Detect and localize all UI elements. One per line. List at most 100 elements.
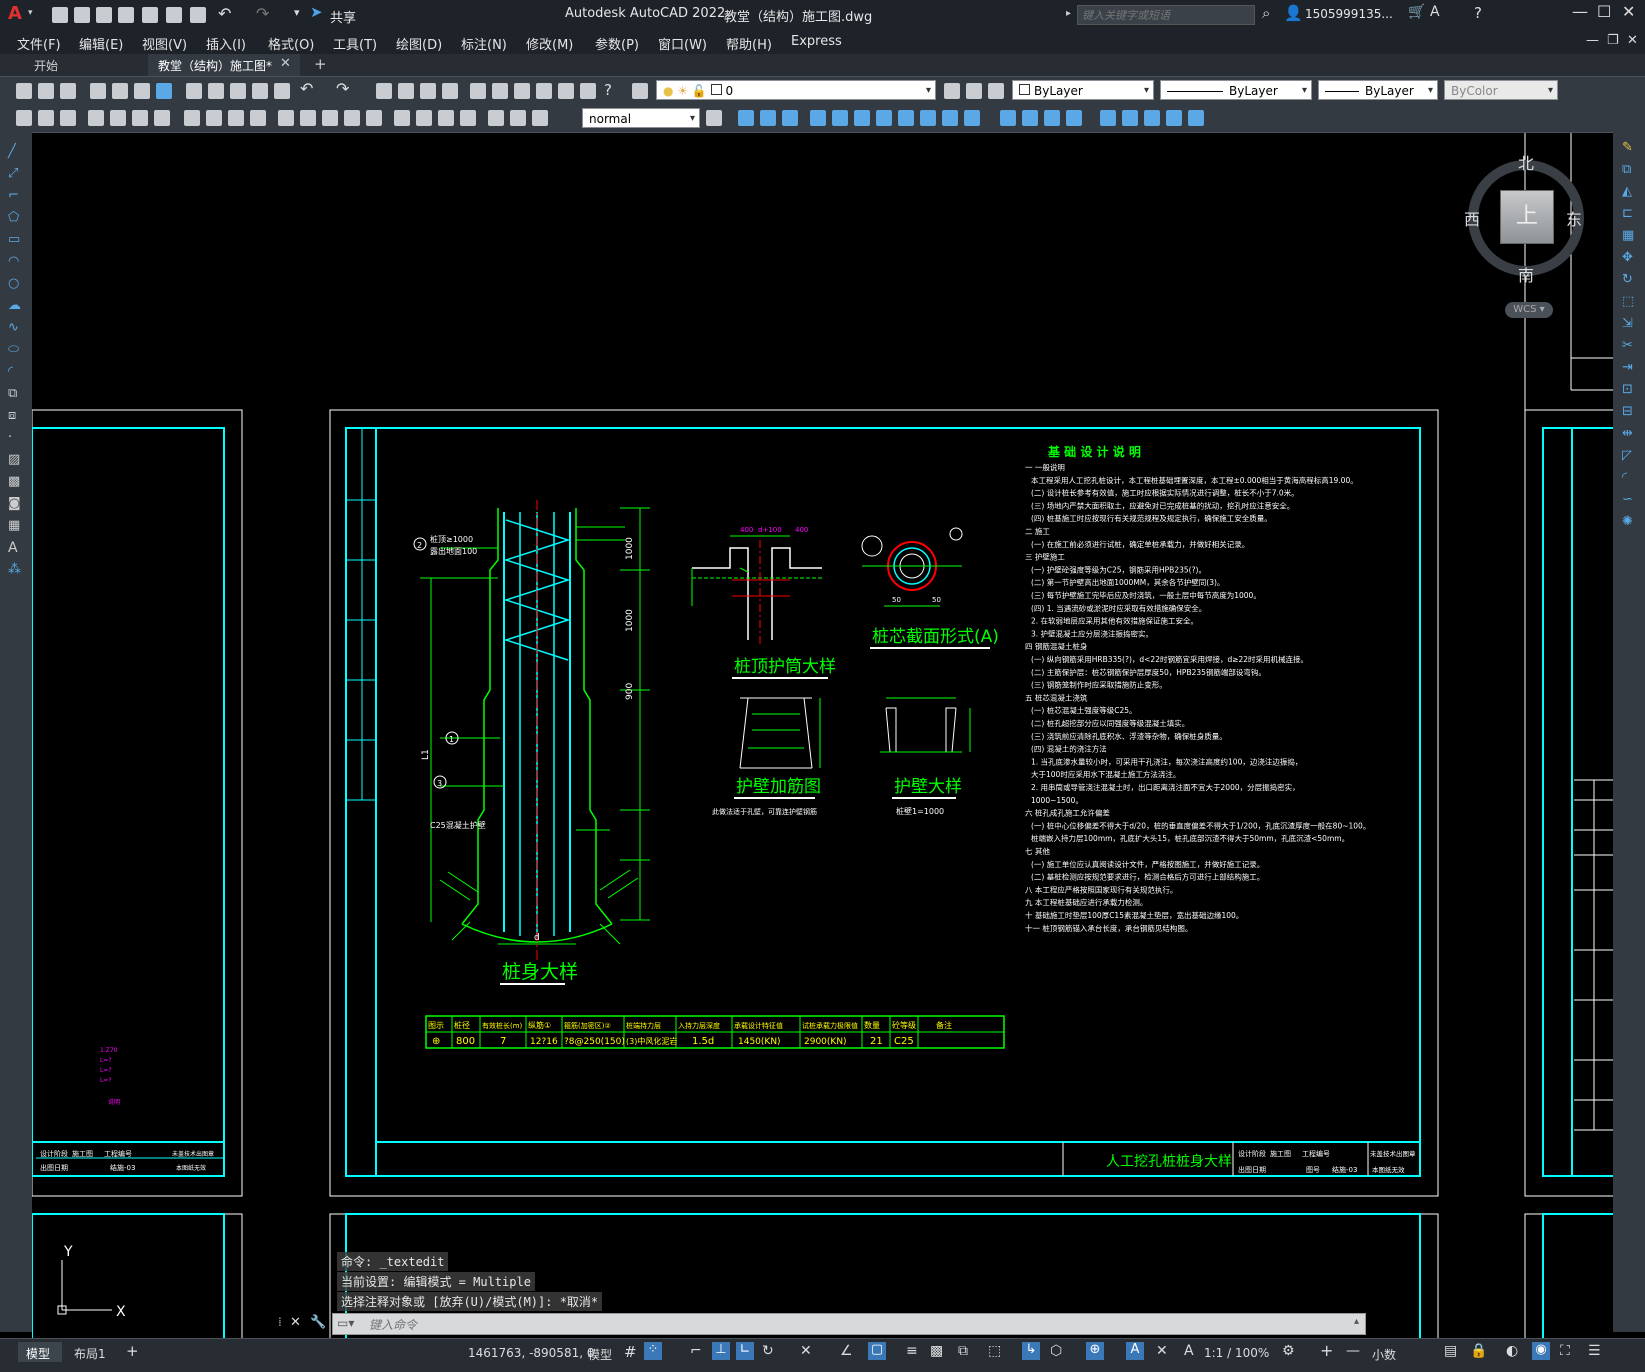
- isodraft-icon[interactable]: ✕: [800, 1343, 812, 1359]
- dim-space-icon[interactable]: [344, 110, 360, 126]
- command-input-box[interactable]: ▭▾ ▴: [332, 1313, 1366, 1335]
- layer-properties-icon[interactable]: [632, 83, 648, 99]
- annotation-monitor-icon[interactable]: +: [1320, 1341, 1333, 1360]
- explode-icon[interactable]: ✺: [1622, 514, 1633, 529]
- insert-block-icon[interactable]: ⧉: [8, 386, 17, 401]
- user-name[interactable]: 1505999135...: [1305, 7, 1393, 21]
- layer-previous-icon[interactable]: [966, 83, 982, 99]
- line-icon[interactable]: ╱: [8, 144, 16, 159]
- extend-icon[interactable]: ⇥: [1622, 360, 1633, 375]
- customize-dropdown-icon[interactable]: ▾: [294, 6, 300, 19]
- menu-modify[interactable]: 修改(M): [526, 34, 573, 53]
- annotation-scale-value[interactable]: 1:1 / 100%: [1204, 1346, 1269, 1360]
- tb-pan-icon[interactable]: [376, 83, 392, 99]
- scale-icon[interactable]: ⬚: [1622, 294, 1634, 309]
- search-input[interactable]: [1077, 5, 1255, 25]
- polygon-icon[interactable]: ⬠: [8, 210, 19, 225]
- command-close-icon[interactable]: ✕: [290, 1315, 301, 1330]
- modify-mirror-icon[interactable]: [782, 110, 798, 126]
- plotstyle-dropdown[interactable]: ByColor: [1444, 80, 1558, 101]
- construction-line-icon[interactable]: ⤢: [8, 166, 18, 181]
- dim-arc-icon[interactable]: [132, 110, 148, 126]
- model-space-button[interactable]: 模型: [588, 1346, 612, 1363]
- trim-icon[interactable]: ✂: [1622, 338, 1633, 353]
- menu-express[interactable]: Express: [791, 34, 842, 49]
- tb-plot-icon[interactable]: [90, 83, 106, 99]
- viewcube-west[interactable]: 西: [1464, 206, 1480, 230]
- center-mark-icon[interactable]: [416, 110, 432, 126]
- tab-layout1[interactable]: 布局1: [74, 1345, 106, 1362]
- search-expand-icon[interactable]: ▸: [1066, 8, 1071, 19]
- tb-markup-icon[interactable]: [558, 83, 574, 99]
- add-layout-icon[interactable]: +: [126, 1342, 139, 1360]
- selection-cycling-icon[interactable]: ⧉: [958, 1343, 968, 1359]
- tb-undo-icon[interactable]: ↶: [300, 79, 313, 98]
- rectangle-icon[interactable]: ▭: [8, 232, 20, 247]
- dim-style-dropdown[interactable]: normal: [582, 108, 700, 129]
- dynamic-ucs-icon[interactable]: ↳: [1022, 1342, 1040, 1360]
- tb-spell-icon[interactable]: [60, 110, 76, 126]
- command-customize-icon[interactable]: 🔧: [310, 1315, 326, 1330]
- tb-help-icon[interactable]: ?: [604, 81, 612, 99]
- layer-dropdown[interactable]: ● ☀ 🔓 0: [656, 80, 936, 101]
- modify-spline-icon[interactable]: [1166, 110, 1182, 126]
- make-current-layer-icon[interactable]: [944, 83, 960, 99]
- modify-fillet-icon[interactable]: [1066, 110, 1082, 126]
- ortho-icon[interactable]: ∟: [736, 1342, 754, 1360]
- tab-close-icon[interactable]: ✕: [280, 56, 291, 71]
- selection-filter-icon[interactable]: ⬡: [1050, 1343, 1062, 1359]
- dim-linear-icon[interactable]: [88, 110, 104, 126]
- tolerance-icon[interactable]: [394, 110, 410, 126]
- modify-hatch-edit-icon[interactable]: [1188, 110, 1204, 126]
- tb-publish-icon[interactable]: [134, 83, 150, 99]
- lock-ui-icon[interactable]: 🔒: [1470, 1343, 1487, 1359]
- modify-erase-icon[interactable]: [738, 110, 754, 126]
- share-view-icon[interactable]: [166, 7, 182, 23]
- menu-dimension[interactable]: 标注(N): [461, 34, 507, 53]
- 3d-osnap-icon[interactable]: ⬚: [988, 1343, 1001, 1359]
- mirror-icon[interactable]: ◭: [1622, 184, 1632, 199]
- break-icon[interactable]: ⊟: [1622, 404, 1633, 419]
- tab-active-document[interactable]: 教堂（结构）施工图* ✕: [148, 54, 300, 76]
- coordinates-display[interactable]: 1461763, -890581, 0: [468, 1346, 594, 1360]
- modify-array-icon[interactable]: [832, 110, 848, 126]
- jogged-linear-icon[interactable]: [460, 110, 476, 126]
- dim-edit-icon[interactable]: [488, 110, 504, 126]
- lineweight-dropdown[interactable]: ByLayer: [1318, 80, 1438, 101]
- arc-icon[interactable]: ◠: [8, 254, 19, 269]
- clean-screen-icon[interactable]: ⛶: [1560, 1343, 1570, 1359]
- minimize-icon[interactable]: —: [1572, 2, 1588, 21]
- mtext-icon[interactable]: A: [8, 540, 18, 556]
- spline-icon[interactable]: ∿: [8, 320, 19, 335]
- move-icon[interactable]: ✥: [1622, 250, 1633, 265]
- blend-icon[interactable]: ∽: [1622, 492, 1633, 507]
- dim-text-edit-icon[interactable]: [510, 110, 526, 126]
- viewcube-top-face[interactable]: 上: [1500, 190, 1554, 244]
- copy-icon[interactable]: ⧉: [1622, 162, 1631, 177]
- dim-jogged-icon[interactable]: [206, 110, 222, 126]
- menu-edit[interactable]: 编辑(E): [79, 34, 123, 53]
- tb-block-editor-icon[interactable]: [274, 83, 290, 99]
- dim-quick-icon[interactable]: [278, 110, 294, 126]
- tb-save-icon[interactable]: [60, 83, 76, 99]
- cart-icon[interactable]: 🛒: [1408, 4, 1425, 20]
- help-icon[interactable]: ?: [1474, 4, 1482, 22]
- tb-text-edit-icon[interactable]: [16, 110, 32, 126]
- tb-calculator-icon[interactable]: [580, 83, 596, 99]
- rotate-icon[interactable]: ↻: [1622, 272, 1633, 287]
- object-snap-tracking-icon[interactable]: ∠: [840, 1343, 853, 1359]
- tb-properties-icon[interactable]: [470, 83, 486, 99]
- modify-move-icon[interactable]: [854, 110, 870, 126]
- tb-tool-palettes-icon[interactable]: [514, 83, 530, 99]
- redo-icon[interactable]: ↷: [256, 4, 269, 23]
- new-icon[interactable]: [52, 7, 68, 23]
- command-grip-icon[interactable]: ⁞: [278, 1315, 282, 1329]
- modify-offset-icon[interactable]: [810, 110, 826, 126]
- point-icon[interactable]: ·: [8, 430, 12, 445]
- tab-model[interactable]: 模型: [18, 1342, 62, 1362]
- snap-icon[interactable]: ⁘: [644, 1342, 662, 1360]
- circle-icon[interactable]: ○: [8, 276, 19, 291]
- autodesk-a360-icon[interactable]: A: [1430, 4, 1440, 20]
- ellipse-arc-icon[interactable]: ◜: [8, 364, 13, 379]
- tb-paste-icon[interactable]: [230, 83, 246, 99]
